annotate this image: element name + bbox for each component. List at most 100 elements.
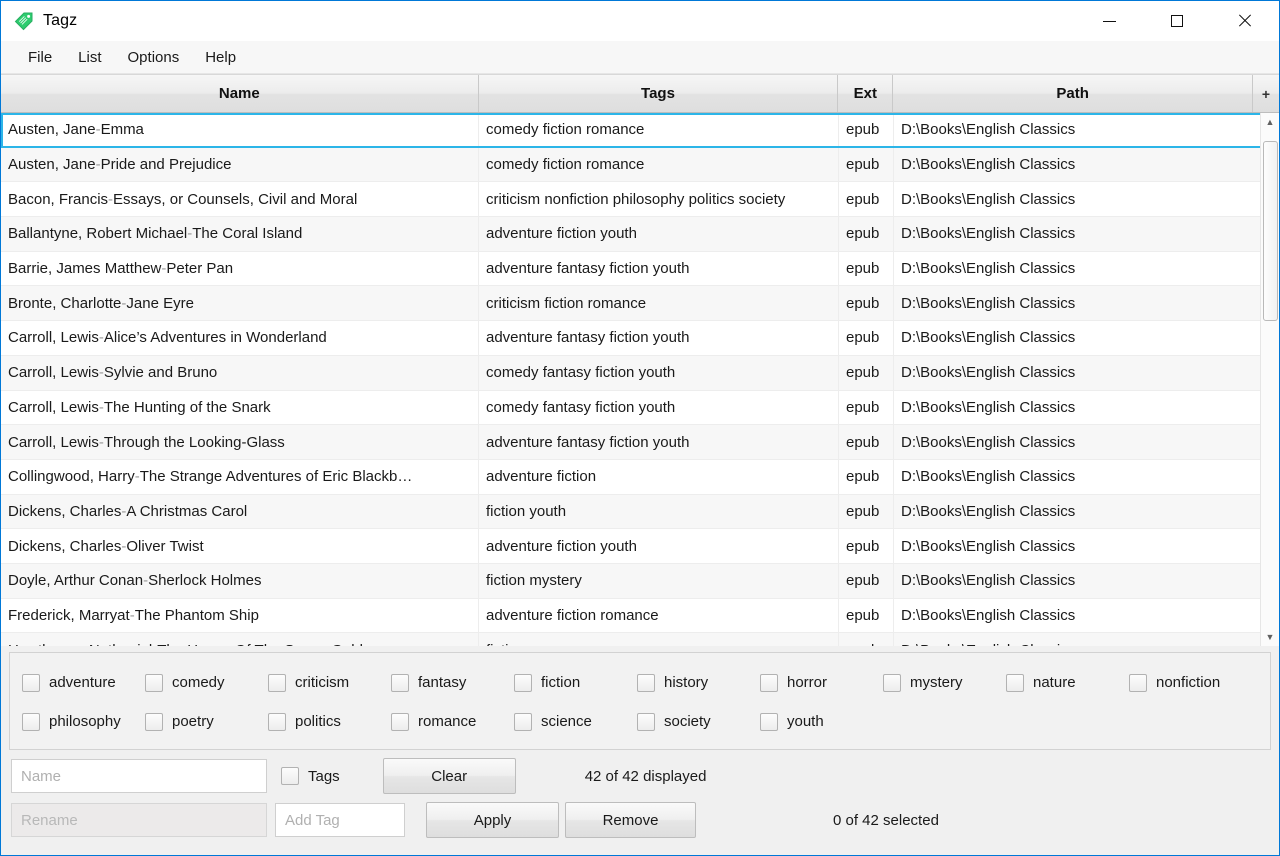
column-header-tags[interactable]: Tags (479, 75, 839, 112)
table-row[interactable]: Carroll, Lewis - Alice’s Adventures in W… (1, 321, 1279, 356)
maximize-button[interactable] (1143, 1, 1211, 41)
table-row[interactable]: Ballantyne, Robert Michael - The Coral I… (1, 217, 1279, 252)
table-row[interactable]: Bacon, Francis - Essays, or Counsels, Ci… (1, 182, 1279, 218)
rename-input[interactable]: Rename (11, 803, 267, 837)
tag-filter-label: mystery (910, 674, 963, 691)
checkbox-icon (637, 712, 655, 731)
clear-button[interactable]: Clear (382, 758, 516, 794)
tag-filter-label: society (664, 713, 711, 730)
table-row[interactable]: Austen, Jane - Emma comedy fiction romanc… (1, 113, 1279, 148)
apply-button[interactable]: Apply (426, 802, 559, 838)
scrollbar-track[interactable] (1261, 131, 1280, 646)
window-title: Tagz (43, 12, 78, 29)
tag-filter-fantasy[interactable]: fantasy (391, 673, 514, 692)
checkbox-icon (281, 767, 299, 785)
cell-path: D:\Books\English Classics (901, 225, 1076, 243)
column-header-name[interactable]: Name (1, 75, 479, 112)
tag-filter-poetry[interactable]: poetry (145, 712, 268, 731)
scrollbar-thumb[interactable] (1262, 141, 1278, 321)
cell-path: D:\Books\English Classics (901, 364, 1076, 382)
cell-tags: comedy fiction romance (479, 147, 839, 182)
tag-filter-adventure[interactable]: adventure (22, 673, 145, 692)
menu-item-help[interactable]: Help (192, 45, 249, 70)
cell-ext: epub (839, 563, 894, 598)
cell-tags: adventure fiction romance (479, 598, 839, 633)
table-row[interactable]: Dickens, Charles - Oliver Twist adventure… (1, 529, 1279, 564)
tag-filter-politics[interactable]: politics (268, 712, 391, 731)
tag-filter-criticism[interactable]: criticism (268, 673, 391, 692)
table-row[interactable]: Barrie, James Matthew - Peter Pan adventu… (1, 251, 1279, 287)
cell-name: Ballantyne, Robert Michael - The Coral I… (1, 217, 479, 251)
menu-bar: File List Options Help (1, 41, 1279, 74)
menu-item-list[interactable]: List (65, 45, 114, 70)
column-header-ext[interactable]: Ext (838, 75, 894, 112)
cell-tags: adventure fantasy fiction youth (479, 251, 839, 286)
tag-filter-nature[interactable]: nature (1006, 673, 1129, 692)
app-window: Tagz File List Options Help Name Tags Ex… (0, 0, 1280, 856)
cell-path: D:\Books\English Classics (894, 633, 1254, 646)
cell-path: D:\Books\English Classics (901, 260, 1076, 278)
table-body: Austen, Jane - Emma comedy fiction romanc… (1, 113, 1279, 646)
cell-tags: fiction mystery (479, 563, 839, 598)
menu-item-file[interactable]: File (15, 45, 65, 70)
table-row[interactable]: Carroll, Lewis - The Hunting of the Snar… (1, 390, 1279, 426)
table-row[interactable]: Dickens, Charles - A Christmas Carol fict… (1, 494, 1279, 530)
cell-ext: epub (839, 113, 894, 147)
table-row[interactable]: Frederick, Marryat - The Phantom Ship adv… (1, 598, 1279, 634)
tag-icon (13, 10, 35, 32)
tag-filter-label: poetry (172, 713, 214, 730)
checkbox-icon (145, 712, 163, 731)
name-filter-input[interactable]: Name (11, 759, 267, 793)
checkbox-icon (514, 673, 532, 692)
tag-filter-romance[interactable]: romance (391, 712, 514, 731)
tag-filter-mystery[interactable]: mystery (883, 673, 1006, 692)
filter-row: Name Tags Clear 42 of 42 displayed (9, 758, 1271, 794)
remove-button[interactable]: Remove (565, 802, 696, 838)
tag-filter-label: youth (787, 713, 824, 730)
table-row[interactable]: Doyle, Arthur Conan - Sherlock Holmes fic… (1, 563, 1279, 599)
cell-name: Collingwood, Harry - The Strange Adventu… (1, 459, 479, 494)
add-tag-input[interactable]: Add Tag (275, 803, 405, 837)
cell-ext: epub (839, 633, 894, 646)
cell-name: Carroll, Lewis - Alice’s Adventures in W… (1, 321, 479, 355)
tag-filter-science[interactable]: science (514, 712, 637, 731)
cell-path: D:\Books\English Classics (901, 156, 1076, 174)
cell-path: D:\Books\English Classics (901, 190, 1076, 208)
scroll-down-icon[interactable]: ▼ (1261, 628, 1280, 646)
cell-name: Hawthorne, Nathaniel - The House Of The … (1, 633, 479, 646)
add-column-button[interactable]: + (1253, 75, 1279, 112)
tag-filter-philosophy[interactable]: philosophy (22, 712, 145, 731)
table-row[interactable]: Carroll, Lewis - Sylvie and Bruno comedy … (1, 355, 1279, 391)
tag-filter-society[interactable]: society (637, 712, 760, 731)
menu-item-options[interactable]: Options (115, 45, 193, 70)
table-row[interactable]: Austen, Jane - Pride and Prejudice comedy… (1, 147, 1279, 183)
scroll-up-icon[interactable]: ▲ (1261, 113, 1280, 131)
tags-filter-checkbox[interactable]: Tags (281, 767, 340, 785)
table-row[interactable]: Hawthorne, Nathaniel - The House Of The … (1, 633, 1279, 646)
tag-filter-horror[interactable]: horror (760, 673, 883, 692)
cell-tags: adventure fiction (479, 459, 839, 494)
tag-filter-nonfiction[interactable]: nonfiction (1129, 673, 1252, 692)
minimize-button[interactable] (1075, 1, 1143, 41)
title-bar: Tagz (1, 1, 1279, 41)
tag-filter-label: criticism (295, 674, 350, 691)
tag-filter-row-2: philosophy poetry politics romance science so… (22, 702, 1258, 741)
table-row[interactable]: Carroll, Lewis - Through the Looking-Gla… (1, 425, 1279, 460)
table-row[interactable]: Collingwood, Harry - The Strange Adventu… (1, 459, 1279, 495)
table-vertical-scrollbar[interactable]: ▲ ▼ (1260, 113, 1279, 646)
window-controls (1075, 1, 1279, 41)
tag-filter-comedy[interactable]: comedy (145, 673, 268, 692)
checkbox-icon (883, 673, 901, 692)
tag-filter-history[interactable]: history (637, 673, 760, 692)
table-row[interactable]: Bronte, Charlotte - Jane Eyre criticism f… (1, 286, 1279, 322)
close-button[interactable] (1211, 1, 1279, 41)
selected-status: 0 of 42 selected (833, 811, 939, 829)
cell-tags: comedy fantasy fiction youth (479, 390, 839, 425)
cell-name: Dickens, Charles - Oliver Twist (1, 529, 479, 563)
tag-filter-youth[interactable]: youth (760, 712, 883, 731)
checkbox-icon (22, 712, 40, 731)
checkbox-icon (514, 712, 532, 731)
tag-filter-fiction[interactable]: fiction (514, 673, 637, 692)
cell-ext: epub (839, 459, 894, 494)
column-header-path[interactable]: Path (893, 75, 1254, 112)
